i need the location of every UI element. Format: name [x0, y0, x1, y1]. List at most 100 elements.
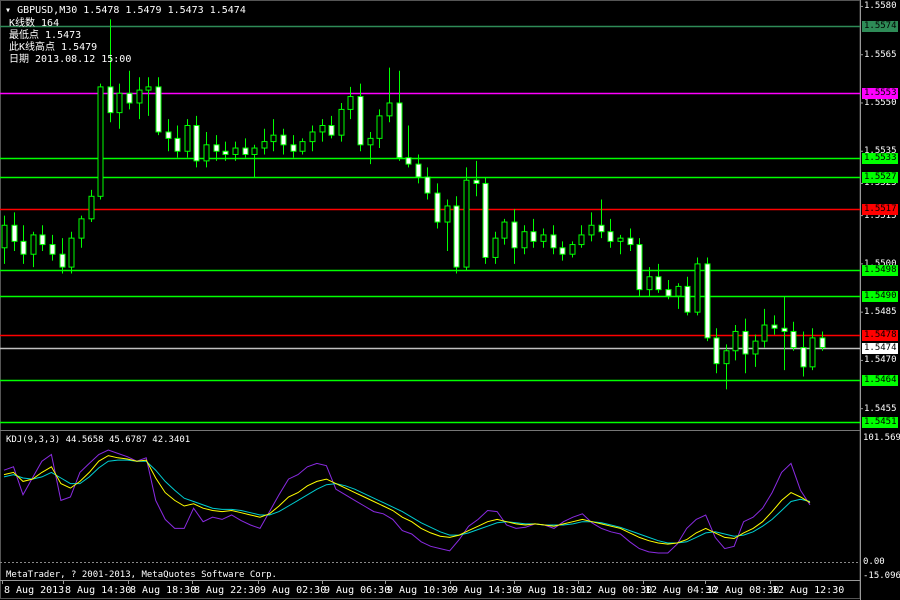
- symbol-header: ▾ GBPUSD,M30 1.5478 1.5479 1.5473 1.5474: [5, 5, 246, 16]
- candle-body-46: [444, 205, 451, 223]
- candle-body-49: [473, 179, 480, 184]
- candle-body-33: [319, 125, 326, 133]
- time-tick-1: 8 Aug 14:30: [65, 585, 132, 596]
- candle-body-34: [328, 125, 335, 136]
- candle-body-4: [39, 234, 46, 246]
- time-tick-6: 9 Aug 10:30: [387, 585, 454, 596]
- price-chart[interactable]: [0, 0, 900, 600]
- candle-body-38: [367, 137, 374, 146]
- candle-body-60: [578, 234, 585, 246]
- candle-body-8: [78, 218, 85, 239]
- price-line-label-7: 1.5478: [862, 329, 898, 341]
- candle-body-70: [675, 285, 682, 297]
- candle-body-40: [386, 102, 393, 117]
- candle-body-43: [415, 163, 422, 178]
- price-tick-0: 1.5580: [864, 1, 897, 12]
- candle-body-9: [88, 195, 95, 220]
- candle-body-36: [347, 96, 354, 110]
- candle-body-55: [530, 231, 537, 242]
- price-line-label-0: 1.5574: [862, 20, 898, 32]
- candle-body-13: [126, 92, 133, 104]
- candle-body-10: [97, 86, 104, 197]
- candle-body-15: [145, 86, 152, 91]
- candle-body-63: [607, 231, 614, 242]
- candle-body-23: [222, 150, 229, 155]
- candle-body-66: [636, 244, 643, 291]
- indicator-axis-top: 101.5695: [863, 433, 900, 443]
- candle-body-14: [136, 89, 143, 104]
- candle-body-27: [261, 141, 268, 149]
- candle-body-77: [742, 330, 749, 355]
- price-tick-7: 1.5485: [864, 307, 897, 318]
- chart-window[interactable]: ▾ GBPUSD,M30 1.5478 1.5479 1.5473 1.5474…: [0, 0, 900, 600]
- candle-body-83: [800, 347, 807, 368]
- time-tick-9: 12 Aug 00:30: [580, 585, 653, 596]
- candle-body-64: [617, 237, 624, 242]
- candle-body-45: [434, 192, 441, 223]
- candle-body-19: [184, 125, 191, 152]
- kdj-line-K: [3, 455, 811, 545]
- candle-body-26: [251, 147, 258, 155]
- candle-body-50: [482, 182, 489, 258]
- time-tick-8: 9 Aug 18:30: [516, 585, 583, 596]
- time-tick-3: 8 Aug 22:30: [194, 585, 261, 596]
- candle-body-72: [694, 263, 701, 313]
- candle-body-47: [453, 205, 460, 268]
- candle-body-84: [809, 337, 816, 368]
- time-tick-7: 9 Aug 14:30: [452, 585, 519, 596]
- candle-body-80: [771, 324, 778, 329]
- candle-body-79: [761, 324, 768, 342]
- candle-body-61: [588, 224, 595, 236]
- time-tick-0: 8 Aug 2013: [4, 585, 65, 596]
- candle-body-20: [193, 125, 200, 162]
- candle-body-62: [598, 224, 605, 233]
- price-tick-8: 1.5470: [864, 355, 897, 366]
- candle-body-11: [107, 86, 114, 114]
- info-line-2: 最低点 1.5473: [9, 30, 82, 41]
- price-line-label-9: 1.5464: [862, 374, 898, 386]
- candle-body-17: [165, 131, 172, 139]
- candle-body-41: [396, 102, 403, 159]
- candle-body-44: [424, 176, 431, 194]
- candle-body-71: [684, 285, 691, 313]
- dropdown-triangle-icon[interactable]: ▾: [5, 5, 11, 16]
- price-tick-2: 1.5550: [864, 97, 897, 108]
- candle-body-30: [290, 144, 297, 152]
- price-tick-1: 1.5565: [864, 49, 897, 60]
- candle-body-65: [627, 237, 634, 246]
- candle-body-16: [155, 86, 162, 133]
- candle-body-39: [376, 115, 383, 139]
- candle-body-7: [68, 237, 75, 268]
- candle-body-58: [559, 247, 566, 255]
- candle-body-22: [213, 144, 220, 152]
- candle-body-12: [116, 92, 123, 114]
- candle-body-5: [49, 244, 56, 255]
- candle-body-59: [569, 244, 576, 255]
- price-line-label-6: 1.5490: [862, 290, 898, 302]
- candle-body-53: [511, 221, 518, 249]
- candle-body-31: [299, 141, 306, 152]
- time-tick-12: 12 Aug 12:30: [772, 585, 845, 596]
- candle-body-67: [646, 276, 653, 291]
- candle-body-28: [270, 134, 277, 143]
- price-line-label-10: 1.5451: [862, 416, 898, 428]
- candle-body-51: [492, 237, 499, 258]
- candle-body-52: [501, 221, 508, 239]
- candle-body-76: [732, 330, 739, 352]
- time-tick-11: 12 Aug 08:30: [707, 585, 780, 596]
- candle-body-18: [174, 137, 181, 152]
- candle-body-56: [540, 234, 547, 242]
- info-line-4: 日期 2013.08.12 15:00: [9, 54, 132, 65]
- info-line-3: 此K线高点 1.5479: [9, 42, 98, 53]
- candle-body-6: [59, 253, 66, 268]
- candle-body-85: [819, 337, 826, 349]
- candle-body-2: [20, 240, 27, 255]
- indicator-axis-zero: 0.00: [863, 557, 885, 567]
- kdj-line-D: [3, 459, 811, 544]
- candle-body-21: [203, 144, 210, 162]
- time-tick-5: 9 Aug 06:30: [324, 585, 391, 596]
- candle-body-29: [280, 134, 287, 146]
- candle-body-1: [11, 224, 18, 242]
- price-line-label-3: 1.5527: [862, 171, 898, 183]
- time-tick-4: 9 Aug 02:30: [260, 585, 327, 596]
